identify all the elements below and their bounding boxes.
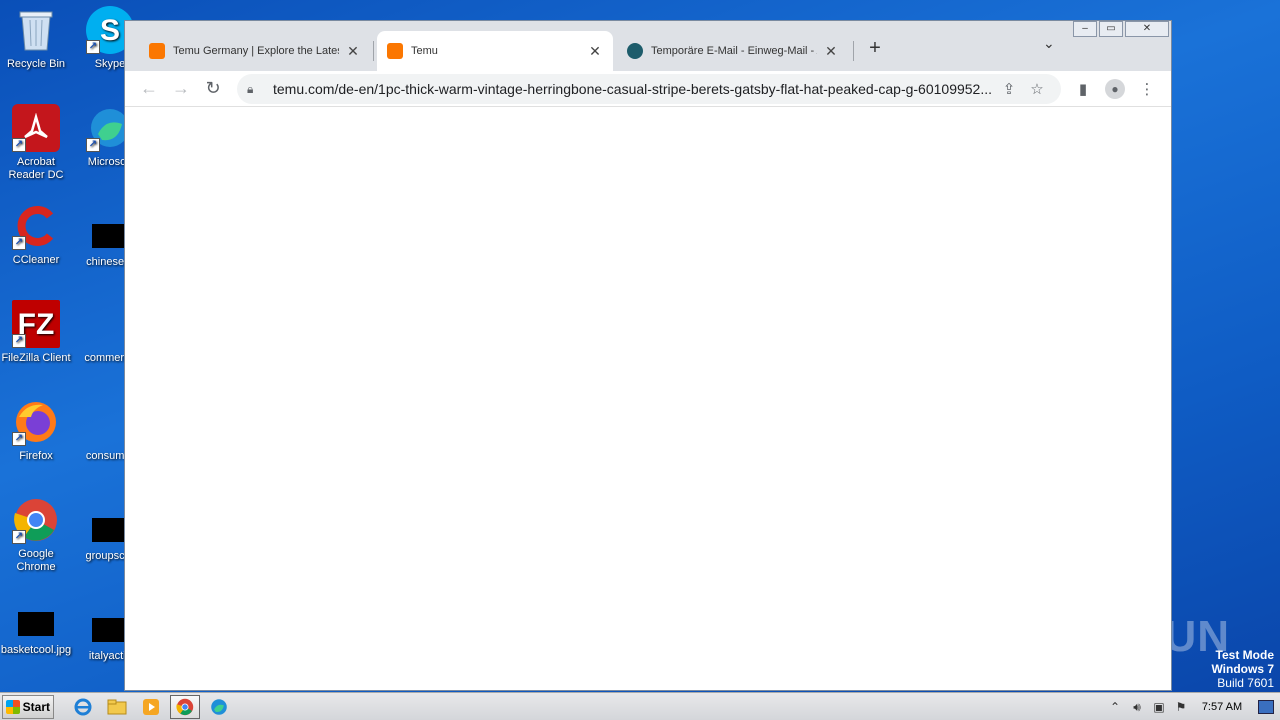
start-label: Start bbox=[22, 699, 50, 714]
desktop-icon-label: Google Chrome bbox=[16, 548, 56, 573]
new-tab-button[interactable]: + bbox=[865, 37, 885, 60]
show-desktop-button[interactable] bbox=[1258, 700, 1274, 714]
desktop-icon-recycle-bin[interactable]: Recycle Bin bbox=[0, 6, 72, 71]
file-thumbnail bbox=[92, 518, 128, 542]
page-content bbox=[125, 107, 1171, 690]
shortcut-arrow-icon: ↗ bbox=[12, 236, 26, 250]
start-button[interactable]: Start bbox=[2, 694, 54, 719]
desktop-icon-ccleaner[interactable]: ↗ CCleaner bbox=[0, 202, 72, 267]
tab-close-icon[interactable]: ✕ bbox=[823, 43, 839, 60]
back-button[interactable]: ← bbox=[133, 73, 165, 105]
menu-kebab-icon[interactable]: ⋮ bbox=[1131, 74, 1163, 104]
desktop-icon-firefox[interactable]: ↗ Firefox bbox=[0, 398, 72, 463]
shortcut-arrow-icon: ↗ bbox=[12, 432, 26, 446]
taskbar: Start ⌃ 🔊︎ ▣ ⚑ 7:57 AM bbox=[0, 692, 1280, 720]
tab-title: Temporäre E-Mail - Einweg-Mail - Ano bbox=[651, 45, 817, 57]
desktop-icon-label: Firefox bbox=[19, 450, 53, 462]
browser-toolbar: ← → ↻ 🔒︎ temu.com/de-en/1pc-thick-warm-v… bbox=[125, 71, 1171, 107]
edge-icon bbox=[211, 698, 227, 715]
test-mode-line: Test Mode bbox=[1215, 648, 1274, 662]
window-controls: – ▭ ✕ bbox=[1071, 21, 1169, 37]
temp-mail-favicon-icon bbox=[627, 43, 643, 59]
network-icon[interactable]: ▣ bbox=[1148, 700, 1170, 714]
tab-separator bbox=[373, 41, 374, 61]
tab-temu-germany[interactable]: Temu Germany | Explore the Latest C ✕ bbox=[139, 31, 371, 71]
taskbar-edge[interactable] bbox=[204, 695, 234, 719]
volume-icon[interactable]: 🔊︎ bbox=[1126, 700, 1148, 715]
file-thumbnail bbox=[92, 618, 128, 642]
desktop-icon-label: CCleaner bbox=[12, 254, 60, 266]
build-line: Build 7601 bbox=[1217, 676, 1274, 690]
profile-avatar-icon[interactable]: ● bbox=[1105, 79, 1125, 99]
recycle-bin-icon bbox=[12, 6, 60, 54]
share-icon[interactable]: ⇪ bbox=[995, 80, 1023, 98]
url-text[interactable]: temu.com/de-en/1pc-thick-warm-vintage-he… bbox=[273, 81, 995, 97]
desktop-icon-chrome[interactable]: ↗ Google Chrome bbox=[0, 496, 72, 574]
tab-close-icon[interactable]: ✕ bbox=[345, 43, 361, 60]
temu-favicon-icon bbox=[387, 43, 403, 59]
close-window-button[interactable]: ✕ bbox=[1125, 21, 1169, 37]
system-tray: ⌃ 🔊︎ ▣ ⚑ 7:57 AM bbox=[1104, 693, 1280, 720]
media-player-icon bbox=[143, 698, 159, 715]
tab-strip: Temu Germany | Explore the Latest C ✕ Te… bbox=[125, 21, 1171, 71]
tab-title: Temu Germany | Explore the Latest C bbox=[173, 45, 339, 57]
minimize-button[interactable]: – bbox=[1073, 21, 1097, 37]
clock[interactable]: 7:57 AM bbox=[1192, 701, 1252, 713]
windows-logo-icon bbox=[6, 699, 20, 714]
filezilla-icon: FZ ↗ bbox=[12, 300, 60, 348]
taskbar-chrome[interactable] bbox=[170, 694, 200, 719]
desktop-icon-label: FileZilla Client bbox=[1, 352, 71, 364]
shortcut-arrow-icon: ↗ bbox=[86, 40, 100, 54]
tab-title: Temu bbox=[411, 45, 438, 57]
reload-button[interactable]: ↻ bbox=[197, 73, 229, 105]
action-center-flag-icon[interactable]: ⚑ bbox=[1170, 700, 1192, 714]
desktop-icon-label: Acrobat Reader DC bbox=[8, 156, 64, 181]
firefox-icon: ↗ bbox=[12, 398, 60, 446]
file-thumbnail bbox=[92, 224, 128, 248]
taskbar-media-player[interactable] bbox=[136, 695, 166, 719]
tab-separator bbox=[853, 41, 854, 61]
desktop-icon-basketcool[interactable]: basketcool.jpg bbox=[0, 612, 72, 657]
desktop-icon-label: Recycle Bin bbox=[6, 58, 66, 70]
taskbar-ie[interactable] bbox=[68, 695, 98, 719]
desktop-icon-acrobat[interactable]: ↗ Acrobat Reader DC bbox=[0, 104, 72, 182]
ccleaner-icon: ↗ bbox=[12, 202, 60, 250]
shortcut-arrow-icon: ↗ bbox=[12, 138, 26, 152]
tab-temu[interactable]: Temu ✕ bbox=[377, 31, 613, 71]
shortcut-arrow-icon: ↗ bbox=[12, 530, 26, 544]
desktop-icon-label: basketcool.jpg bbox=[0, 644, 72, 656]
tab-search-chevron-icon[interactable]: ⌄ bbox=[1043, 35, 1055, 52]
show-hidden-icons-icon[interactable]: ⌃ bbox=[1104, 700, 1126, 714]
folder-icon bbox=[107, 699, 127, 714]
acrobat-icon: ↗ bbox=[12, 104, 60, 152]
lock-icon: 🔒︎ bbox=[247, 81, 254, 96]
side-panel-icon[interactable]: ▮ bbox=[1067, 74, 1099, 104]
internet-explorer-icon bbox=[74, 698, 92, 715]
chrome-icon: ↗ bbox=[12, 496, 60, 544]
shortcut-arrow-icon: ↗ bbox=[86, 138, 100, 152]
temu-favicon-icon bbox=[149, 43, 165, 59]
address-bar[interactable]: 🔒︎ temu.com/de-en/1pc-thick-warm-vintage… bbox=[237, 74, 1061, 104]
windows-version-line: Windows 7 bbox=[1211, 662, 1274, 676]
toolbar-right: ▮ ● ⋮ bbox=[1067, 74, 1163, 104]
maximize-button[interactable]: ▭ bbox=[1099, 21, 1123, 37]
bookmark-star-icon[interactable]: ☆ bbox=[1023, 80, 1051, 98]
test-mode-notice: Test Mode Windows 7 Build 7601 bbox=[1211, 648, 1274, 690]
chrome-window: Temu Germany | Explore the Latest C ✕ Te… bbox=[124, 20, 1172, 691]
tab-close-icon[interactable]: ✕ bbox=[587, 43, 603, 60]
tab-temp-mail[interactable]: Temporäre E-Mail - Einweg-Mail - Ano ✕ bbox=[617, 31, 849, 71]
forward-button[interactable]: → bbox=[165, 73, 197, 105]
taskbar-explorer[interactable] bbox=[102, 695, 132, 719]
desktop-icon-filezilla[interactable]: FZ ↗ FileZilla Client bbox=[0, 300, 72, 365]
chrome-icon bbox=[176, 698, 194, 715]
shortcut-arrow-icon: ↗ bbox=[12, 334, 26, 348]
file-thumbnail bbox=[18, 612, 54, 636]
